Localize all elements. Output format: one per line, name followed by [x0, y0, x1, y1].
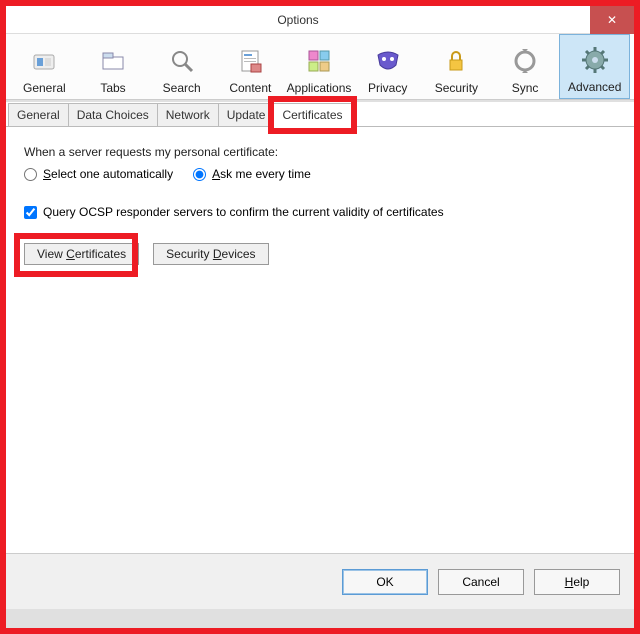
radio-select-auto-label: Select one automatically — [43, 167, 173, 181]
titlebar: Options ✕ — [6, 6, 634, 34]
cancel-button[interactable]: Cancel — [438, 569, 524, 595]
cat-advanced[interactable]: Advanced — [559, 34, 630, 99]
security-devices-button[interactable]: Security Devices — [153, 243, 268, 265]
ocsp-checkbox[interactable] — [24, 206, 37, 219]
folder-icon — [99, 43, 127, 79]
cert-buttons-row: View Certificates Security Devices — [24, 243, 616, 265]
personal-cert-label: When a server requests my personal certi… — [24, 145, 616, 159]
ocsp-row[interactable]: Query OCSP responder servers to confirm … — [24, 205, 616, 219]
cat-label: Applications — [287, 81, 352, 95]
mask-icon — [374, 43, 402, 79]
close-button[interactable]: ✕ — [590, 6, 634, 34]
ocsp-label: Query OCSP responder servers to confirm … — [43, 205, 444, 219]
cat-sync[interactable]: Sync — [491, 34, 560, 99]
subtab-network[interactable]: Network — [157, 103, 219, 127]
cat-label: Advanced — [568, 80, 621, 94]
subtab-general[interactable]: General — [8, 103, 69, 127]
document-icon — [236, 43, 264, 79]
view-certificates-button[interactable]: View Certificates — [24, 243, 139, 265]
ok-button[interactable]: OK — [342, 569, 428, 595]
cat-privacy[interactable]: Privacy — [353, 34, 422, 99]
window-title: Options — [6, 13, 590, 27]
radio-select-auto-input[interactable] — [24, 168, 37, 181]
grid-icon — [305, 43, 333, 79]
cat-search[interactable]: Search — [147, 34, 216, 99]
subtab-bar: General Data Choices Network Update Cert… — [6, 102, 634, 127]
cat-label: Security — [435, 81, 478, 95]
subtab-update[interactable]: Update — [218, 103, 275, 127]
subtab-data-choices[interactable]: Data Choices — [68, 103, 158, 127]
certificates-panel: When a server requests my personal certi… — [6, 127, 634, 553]
help-button[interactable]: Help — [534, 569, 620, 595]
dialog-footer: OK Cancel Help — [6, 553, 634, 609]
cat-content[interactable]: Content — [216, 34, 285, 99]
switch-icon — [30, 43, 58, 79]
gear-icon — [581, 42, 609, 78]
cat-label: Tabs — [100, 81, 125, 95]
category-toolbar: General Tabs Search Content Applications… — [6, 34, 634, 100]
cat-applications[interactable]: Applications — [285, 34, 354, 99]
cat-label: Content — [229, 81, 271, 95]
cat-label: Sync — [512, 81, 539, 95]
cat-label: Privacy — [368, 81, 407, 95]
radio-select-auto[interactable]: Select one automatically — [24, 167, 173, 181]
search-icon — [168, 43, 196, 79]
close-icon: ✕ — [607, 13, 617, 27]
cat-label: General — [23, 81, 66, 95]
cat-security[interactable]: Security — [422, 34, 491, 99]
sync-icon — [511, 43, 539, 79]
cat-label: Search — [163, 81, 201, 95]
radio-ask-input[interactable] — [193, 168, 206, 181]
cert-radio-group: Select one automatically Ask me every ti… — [24, 167, 616, 181]
cat-tabs[interactable]: Tabs — [79, 34, 148, 99]
radio-ask-label: Ask me every time — [212, 167, 311, 181]
cat-general[interactable]: General — [10, 34, 79, 99]
lock-icon — [442, 43, 470, 79]
subtab-certificates[interactable]: Certificates — [273, 103, 351, 127]
radio-ask-every-time[interactable]: Ask me every time — [193, 167, 311, 181]
